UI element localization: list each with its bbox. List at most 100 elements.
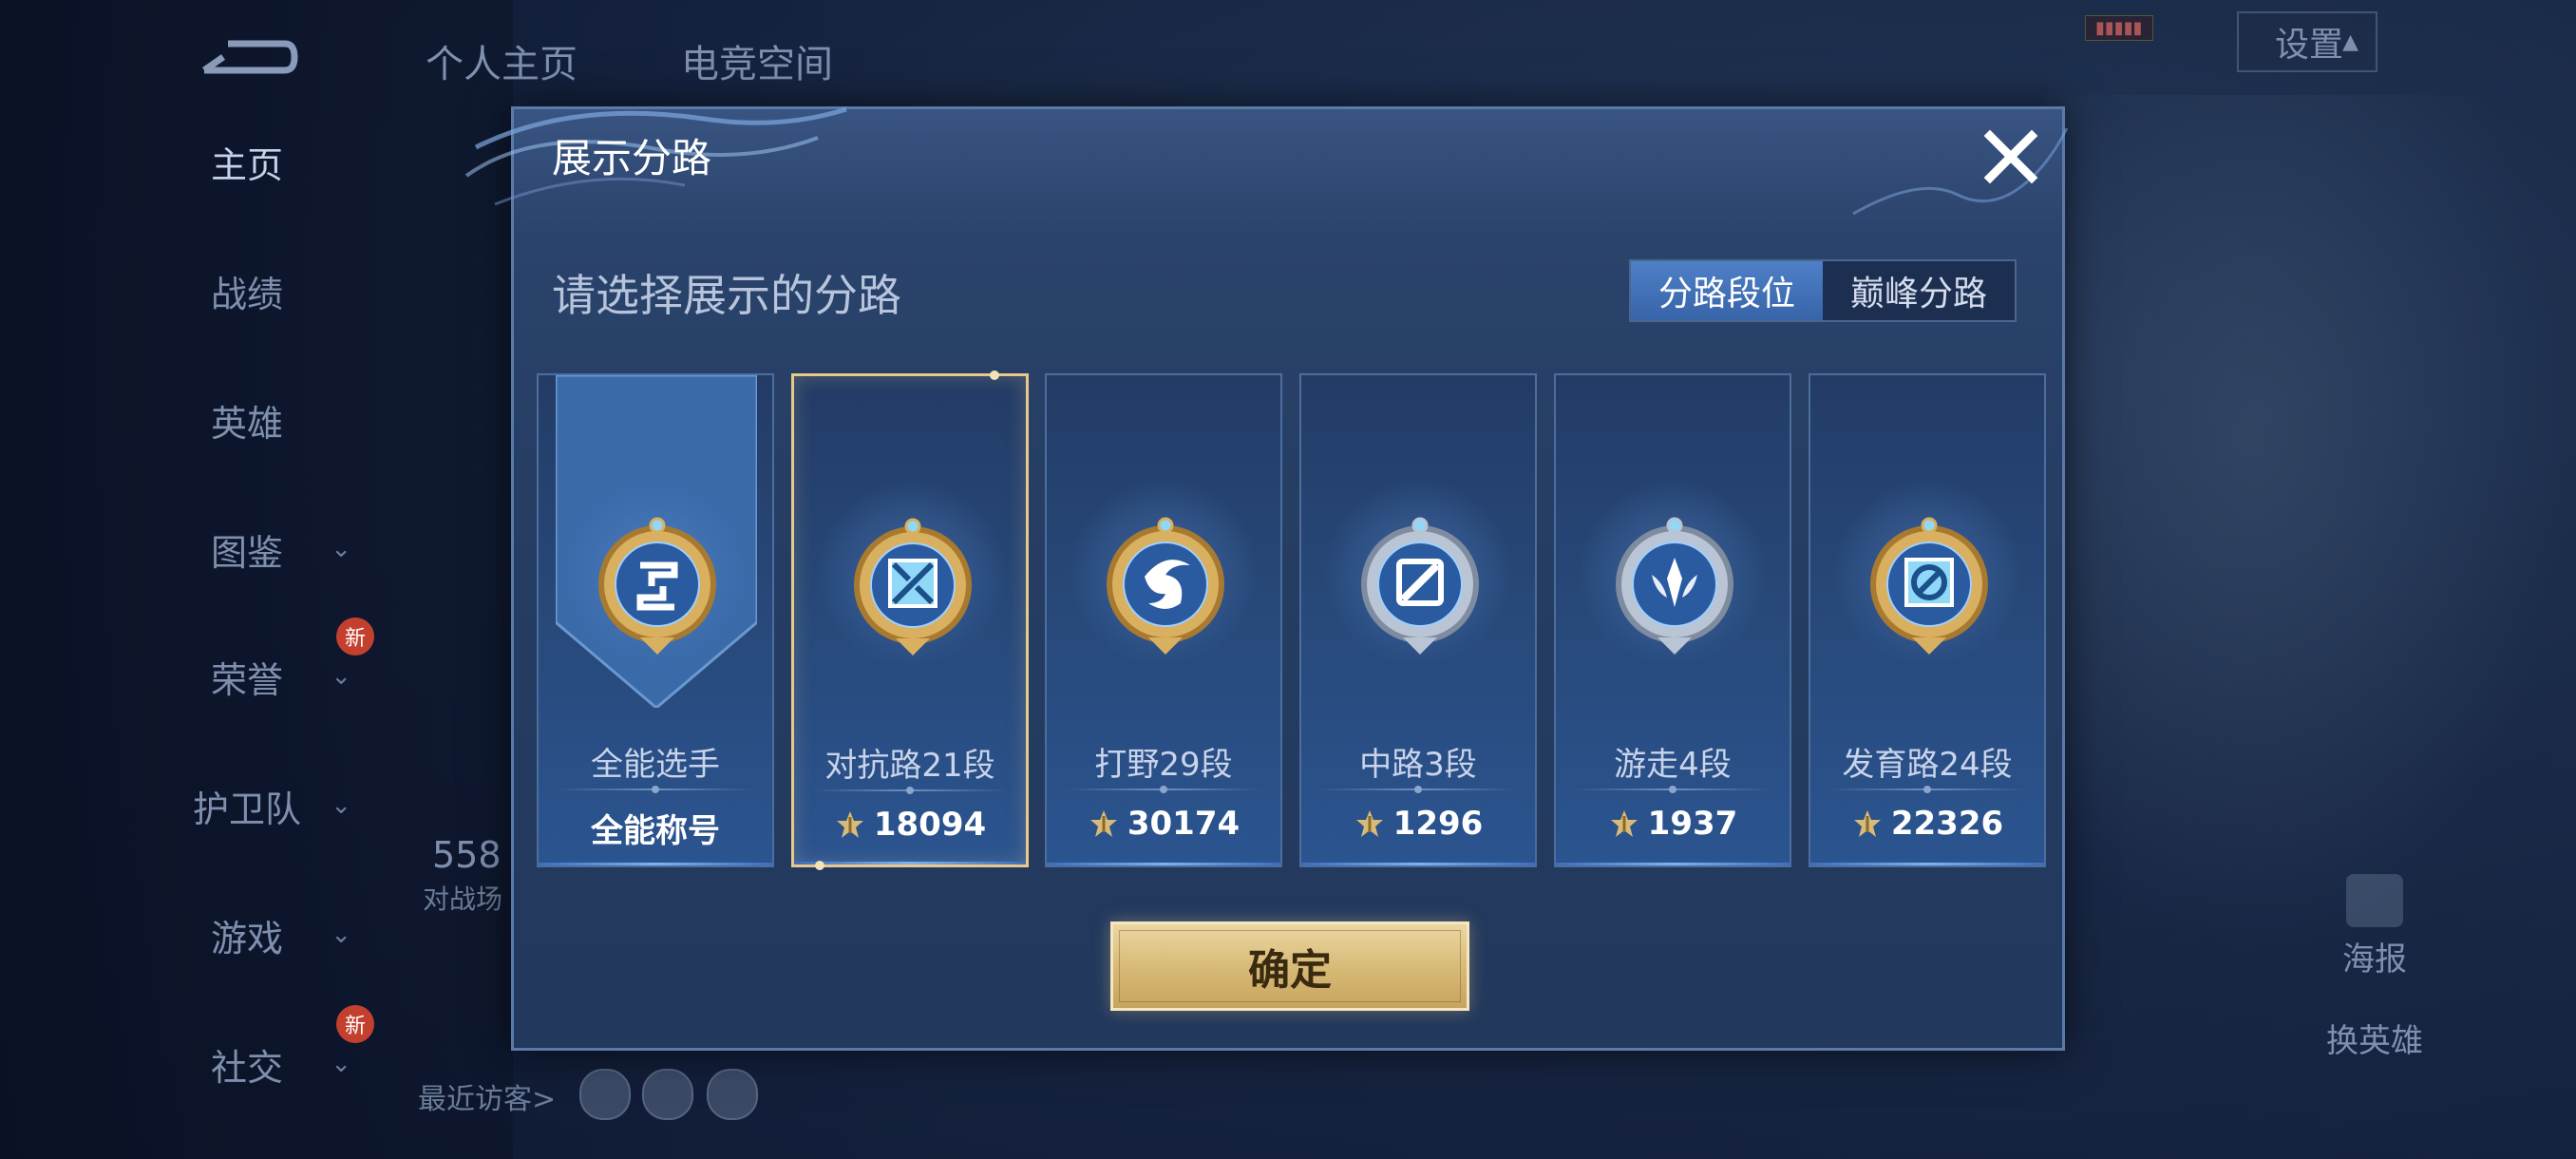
dialog-subtitle: 请选择展示的分路 bbox=[552, 270, 901, 321]
confirm-label: 确定 bbox=[1248, 946, 1332, 995]
poster-icon bbox=[2346, 874, 2403, 927]
lane-card-value-text: 1937 bbox=[1647, 805, 1738, 843]
lane-card-value: 全能称号 bbox=[539, 805, 772, 851]
divider bbox=[558, 786, 753, 793]
lane-card-value-text: 18094 bbox=[873, 806, 987, 844]
selection-corner-dot bbox=[990, 370, 999, 380]
lane-card-value: 30174 bbox=[1047, 805, 1280, 843]
chevron-down-icon: ⌄ bbox=[331, 662, 351, 691]
lane-card-value-text: 30174 bbox=[1127, 805, 1241, 843]
tab-esports[interactable]: 电竞空间 bbox=[681, 33, 833, 88]
lane-card-name: 发育路24段 bbox=[1842, 746, 2013, 784]
sidebar-item[interactable]: 主页 bbox=[142, 133, 351, 190]
lane-card-value-text: 1296 bbox=[1392, 805, 1484, 843]
sidebar-item[interactable]: 战绩 bbox=[142, 262, 351, 319]
divider bbox=[1066, 786, 1261, 793]
dialog-title: 展示分路 bbox=[552, 135, 712, 181]
points-icon bbox=[834, 808, 866, 841]
chevron-up-icon: ▲ bbox=[2342, 29, 2358, 54]
settings-label: 设置 bbox=[2275, 26, 2344, 65]
sidebar-item[interactable]: 游戏 ⌄ bbox=[142, 906, 351, 963]
sidebar-item[interactable]: 荣誉 ⌄ bbox=[142, 648, 351, 705]
sidebar-item-label: 英雄 bbox=[210, 402, 283, 445]
points-icon bbox=[1354, 808, 1386, 840]
settings-button[interactable]: 设置 ▲ bbox=[2237, 11, 2377, 72]
chevron-down-icon: ⌄ bbox=[331, 1050, 351, 1078]
sidebar-item-label: 荣誉 bbox=[210, 658, 283, 701]
sidebar-item[interactable]: 英雄 bbox=[142, 391, 351, 448]
lane-card-name: 游走4段 bbox=[1614, 746, 1732, 784]
chevron-down-icon: ⌄ bbox=[331, 791, 351, 820]
lane-card-value: 18094 bbox=[794, 806, 1026, 844]
anti-addiction-badge: ▮▮▮▮▮ bbox=[2085, 15, 2153, 41]
sidebar-item-label: 图鉴 bbox=[210, 531, 283, 574]
lane-card-name: 打野29段 bbox=[1094, 746, 1233, 784]
lane-card-value-text: 全能称号 bbox=[591, 812, 720, 850]
toggle-lane-rank[interactable]: 分路段位 bbox=[1631, 261, 1823, 320]
divider bbox=[1829, 786, 2025, 793]
sidebar-item-label: 社交 bbox=[210, 1046, 283, 1089]
lane-card-value-text: 22326 bbox=[1890, 805, 2004, 843]
poster-button[interactable]: 海报 bbox=[2308, 874, 2441, 979]
confirm-button[interactable]: 确定 bbox=[1110, 922, 1469, 1011]
lane-display-dialog: 展示分路 请选择展示的分路 分路段位 巅峰分路 全能选手 全能称号 对抗路21段 18… bbox=[464, 106, 2069, 1051]
background-art bbox=[2042, 95, 2574, 950]
sidebar-item-label: 主页 bbox=[210, 143, 283, 186]
card-bottom-glow bbox=[794, 862, 1026, 864]
farm-lane-emblem-icon bbox=[1863, 516, 1996, 656]
sidebar-item[interactable]: 护卫队 ⌄ bbox=[142, 777, 351, 834]
avatar[interactable] bbox=[642, 1069, 693, 1120]
lane-card-name: 对抗路21段 bbox=[824, 747, 995, 785]
sidebar-item[interactable]: 社交 ⌄ bbox=[142, 1036, 351, 1092]
divider bbox=[1320, 786, 1516, 793]
tab-profile[interactable]: 个人主页 bbox=[426, 33, 578, 88]
card-bottom-glow bbox=[1047, 863, 1280, 865]
lane-card-name: 全能选手 bbox=[591, 746, 720, 784]
new-badge: 新 bbox=[336, 618, 374, 656]
close-icon bbox=[1983, 129, 2038, 184]
sidebar-item-label: 护卫队 bbox=[192, 788, 301, 830]
profile-count-label: 对战场 bbox=[423, 884, 503, 915]
close-button[interactable] bbox=[1977, 123, 2045, 191]
lane-card[interactable]: 发育路24段 22326 bbox=[1809, 373, 2046, 867]
card-bottom-glow bbox=[1810, 863, 2044, 865]
lane-card[interactable]: 对抗路21段 18094 bbox=[791, 370, 1029, 870]
lane-card-value: 1937 bbox=[1556, 805, 1790, 843]
points-icon bbox=[1088, 808, 1120, 840]
avatar[interactable] bbox=[579, 1069, 631, 1120]
lane-card[interactable]: 打野29段 30174 bbox=[1045, 373, 1282, 867]
lane-type-toggle: 分路段位 巅峰分路 bbox=[1629, 259, 2017, 322]
card-bottom-glow bbox=[1556, 863, 1790, 865]
sidebar-item-label: 游戏 bbox=[210, 917, 283, 960]
recent-visitors-link[interactable]: 最近访客> bbox=[418, 1075, 556, 1117]
lane-card[interactable]: 游走4段 1937 bbox=[1554, 373, 1791, 867]
points-icon bbox=[1851, 808, 1884, 840]
all-round-emblem-icon bbox=[591, 516, 724, 656]
switch-hero-button[interactable]: 换英雄 bbox=[2308, 1015, 2441, 1061]
divider bbox=[813, 787, 1007, 794]
lane-card-value: 1296 bbox=[1301, 805, 1535, 843]
poster-label: 海报 bbox=[2342, 940, 2407, 978]
roam-emblem-icon bbox=[1608, 516, 1741, 656]
chevron-down-icon: ⌄ bbox=[331, 535, 351, 563]
profile-count: 558 bbox=[432, 834, 502, 876]
back-arrow-icon[interactable] bbox=[195, 28, 299, 86]
avatar[interactable] bbox=[707, 1069, 758, 1120]
lane-card-name: 中路3段 bbox=[1359, 746, 1477, 784]
chevron-down-icon: ⌄ bbox=[331, 921, 351, 949]
sidebar-item-label: 战绩 bbox=[210, 273, 283, 315]
lane-card-value: 22326 bbox=[1810, 805, 2044, 843]
toggle-peak-lane[interactable]: 巅峰分路 bbox=[1823, 261, 2015, 320]
new-badge: 新 bbox=[336, 1005, 374, 1043]
selection-corner-dot bbox=[815, 861, 824, 870]
mid-lane-emblem-icon bbox=[1354, 516, 1487, 656]
jungle-emblem-icon bbox=[1099, 516, 1232, 656]
clash-lane-emblem-icon bbox=[846, 517, 979, 657]
lane-card[interactable]: 中路3段 1296 bbox=[1299, 373, 1537, 867]
points-icon bbox=[1608, 808, 1640, 840]
divider bbox=[1575, 786, 1771, 793]
lane-card[interactable]: 全能选手 全能称号 bbox=[537, 373, 774, 867]
sidebar-item[interactable]: 图鉴 ⌄ bbox=[142, 521, 351, 578]
card-bottom-glow bbox=[539, 863, 772, 865]
switch-hero-label: 换英雄 bbox=[2326, 1022, 2423, 1060]
